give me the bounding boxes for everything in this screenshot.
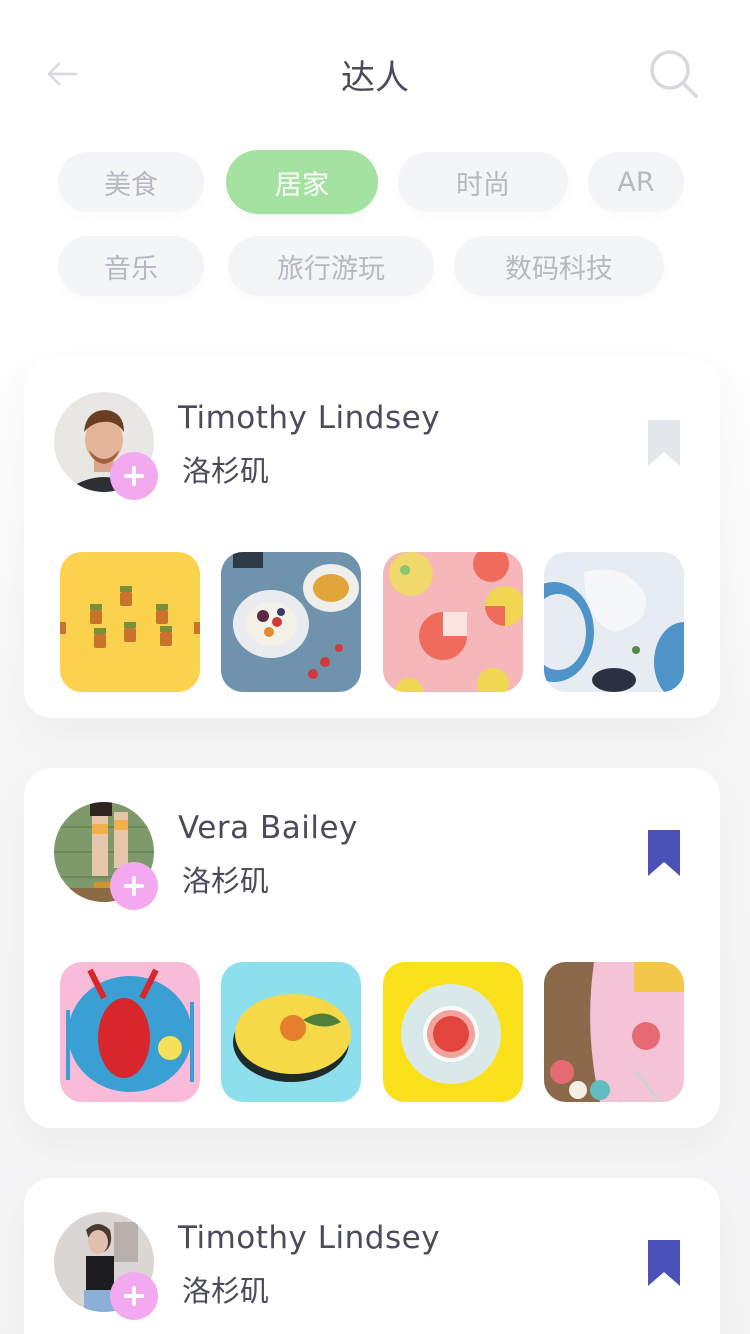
photo-thumbnail[interactable] bbox=[60, 552, 200, 692]
category-chip-home[interactable]: 居家 bbox=[226, 150, 378, 214]
photo-thumbnail[interactable] bbox=[221, 552, 361, 692]
user-card[interactable]: Vera Bailey 洛杉矶 bbox=[24, 768, 720, 1128]
page-title: 达人 bbox=[341, 58, 409, 98]
category-chip-travel[interactable]: 旅行游玩 bbox=[228, 236, 434, 296]
user-location: 洛杉矶 bbox=[182, 1274, 270, 1308]
photo-thumbnail[interactable] bbox=[544, 552, 684, 692]
category-chip-ar[interactable]: AR bbox=[588, 152, 684, 212]
user-location: 洛杉矶 bbox=[182, 864, 270, 898]
bookmark-icon bbox=[648, 830, 680, 876]
user-card[interactable]: Timothy Lindsey 洛杉矶 bbox=[24, 1178, 720, 1334]
follow-button[interactable] bbox=[110, 862, 158, 910]
category-chip-food[interactable]: 美食 bbox=[58, 152, 204, 212]
user-name: Timothy Lindsey bbox=[178, 400, 441, 436]
photo-thumbnail[interactable] bbox=[221, 962, 361, 1102]
user-name: Vera Bailey bbox=[178, 810, 358, 846]
photo-thumbnail[interactable] bbox=[60, 962, 200, 1102]
category-chip-digital[interactable]: 数码科技 bbox=[454, 236, 664, 296]
search-button[interactable] bbox=[646, 46, 702, 102]
bookmark-icon bbox=[648, 1240, 680, 1286]
header: 达人 bbox=[0, 0, 750, 150]
user-card[interactable]: Timothy Lindsey 洛杉矶 bbox=[24, 358, 720, 718]
follow-button[interactable] bbox=[110, 1272, 158, 1320]
bookmark-icon bbox=[648, 420, 680, 466]
category-chip-fashion[interactable]: 时尚 bbox=[398, 152, 568, 212]
user-name: Timothy Lindsey bbox=[178, 1220, 441, 1256]
search-icon bbox=[650, 50, 698, 98]
category-chip-music[interactable]: 音乐 bbox=[58, 236, 204, 296]
follow-button[interactable] bbox=[110, 452, 158, 500]
bookmark-button[interactable] bbox=[646, 418, 682, 468]
photo-thumbnail[interactable] bbox=[383, 552, 523, 692]
photo-thumbnail[interactable] bbox=[383, 962, 523, 1102]
user-location: 洛杉矶 bbox=[182, 454, 270, 488]
bookmark-button[interactable] bbox=[646, 1238, 682, 1288]
photo-thumbnail[interactable] bbox=[544, 962, 684, 1102]
bookmark-button[interactable] bbox=[646, 828, 682, 878]
